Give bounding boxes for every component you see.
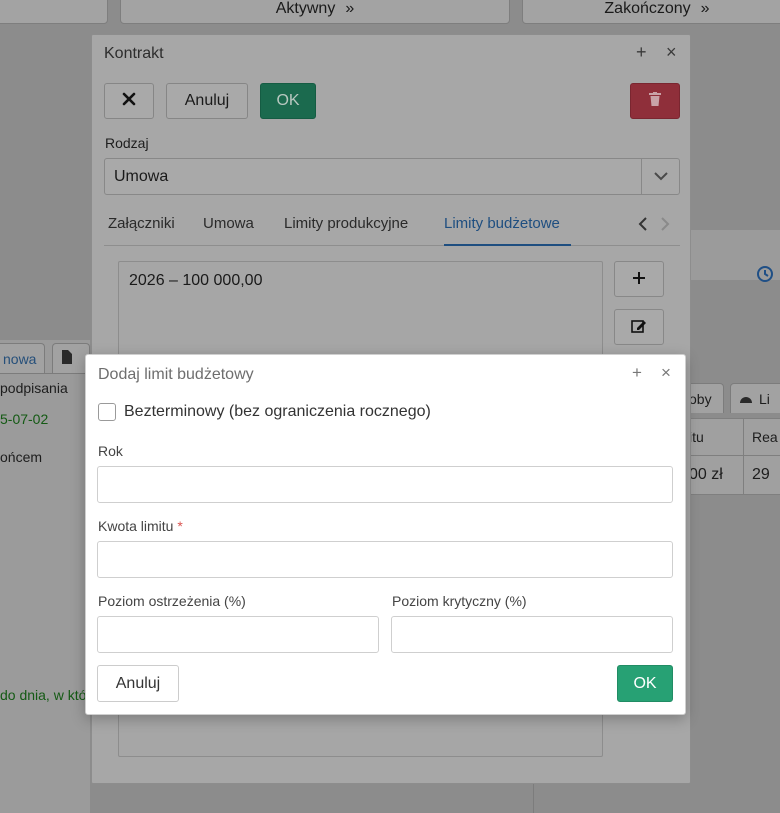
end-label: ońcem <box>0 449 43 465</box>
type-label: Rodzaj <box>105 135 149 151</box>
table-cell: 29 <box>743 455 780 495</box>
required-mark: * <box>177 518 183 534</box>
tab-production-limits[interactable]: Limity produkcyjne <box>284 215 408 246</box>
amount-label-text: Kwota limitu <box>98 518 174 534</box>
status-active-button[interactable]: Aktywny » <box>120 0 510 24</box>
ok-button[interactable]: OK <box>617 665 673 702</box>
right-tab-label: oby <box>689 390 712 407</box>
divider <box>533 784 534 813</box>
tab-budget-limits[interactable]: Limity budżetowe <box>444 215 571 246</box>
edit-icon <box>631 319 647 336</box>
gauge-icon <box>739 391 753 407</box>
status-finished-label: Zakończony <box>604 0 691 17</box>
plus-icon <box>632 271 646 288</box>
edit-limit-button[interactable] <box>614 309 664 345</box>
close-icon <box>122 92 136 111</box>
dialog-title: Dodaj limit budżetowy <box>98 366 254 383</box>
cancel-button[interactable]: Anuluj <box>97 665 179 702</box>
delete-button[interactable] <box>630 83 680 119</box>
chevron-down-icon <box>641 159 679 194</box>
trash-icon <box>649 91 661 111</box>
left-tab-label: nowa <box>3 350 37 367</box>
chevron-right-icon[interactable] <box>660 217 670 236</box>
close-icon[interactable]: × <box>666 43 677 61</box>
warning-level-label: Poziom ostrzeżenia (%) <box>98 593 246 609</box>
year-input[interactable] <box>97 466 673 503</box>
unlimited-checkbox[interactable]: Bezterminowy (bez ograniczenia rocznego) <box>98 403 431 421</box>
table-header: Rea <box>743 418 780 456</box>
history-icon[interactable] <box>756 265 774 286</box>
checkbox-box[interactable] <box>98 403 116 421</box>
ok-button[interactable]: OK <box>260 83 316 119</box>
double-chevron-right-icon: » <box>700 0 710 17</box>
amount-input[interactable] <box>97 541 673 578</box>
unlimited-checkbox-label: Bezterminowy (bez ograniczenia rocznego) <box>124 403 431 420</box>
type-select[interactable]: Umowa <box>104 158 680 195</box>
double-chevron-right-icon: » <box>345 0 355 17</box>
signing-label: podpisania <box>0 380 68 396</box>
warning-level-input[interactable] <box>97 616 379 653</box>
critical-level-input[interactable] <box>391 616 673 653</box>
status-finished-button[interactable]: Zakończony » <box>522 0 780 24</box>
add-limit-button[interactable] <box>614 261 664 297</box>
close-button[interactable] <box>104 83 154 119</box>
type-value: Umowa <box>114 168 169 185</box>
document-icon <box>61 350 73 367</box>
status-active-label: Aktywny <box>275 0 336 17</box>
right-tab-label: Li <box>759 390 770 407</box>
right-tab-limits[interactable]: Li <box>730 383 780 413</box>
list-item[interactable]: 2026 – 100 000,00 <box>129 272 262 290</box>
add-budget-limit-dialog: Dodaj limit budżetowy + × Bezterminowy (… <box>85 354 686 715</box>
contract-tabs: Załączniki Umowa Limity produkcyjne Limi… <box>104 215 680 246</box>
signing-date: 5-07-02 <box>0 411 49 427</box>
left-tab-umowa[interactable]: nowa <box>0 343 46 373</box>
background-button[interactable] <box>0 0 108 24</box>
tab-attachments[interactable]: Załączniki <box>108 215 175 246</box>
maximize-icon[interactable]: + <box>632 364 642 382</box>
dialog-title: Kontrakt <box>104 45 164 62</box>
critical-level-label: Poziom krytyczny (%) <box>392 593 527 609</box>
close-icon[interactable]: × <box>661 364 671 382</box>
divider <box>0 373 90 374</box>
cancel-button[interactable]: Anuluj <box>166 83 248 119</box>
tab-contract[interactable]: Umowa <box>203 215 254 246</box>
maximize-icon[interactable]: + <box>636 43 647 61</box>
amount-label: Kwota limitu * <box>98 518 183 534</box>
chevron-left-icon[interactable] <box>638 217 648 236</box>
year-label: Rok <box>98 443 123 459</box>
footer-note: do dnia, w któ <box>0 687 87 703</box>
